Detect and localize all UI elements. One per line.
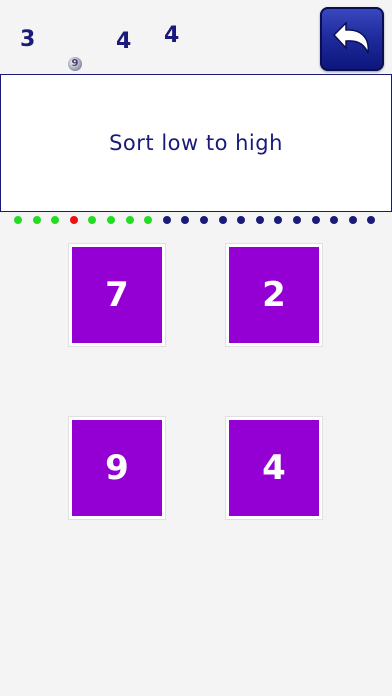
progress-dot-navy [237,216,246,224]
progress-dot-navy [255,216,264,224]
progress-dot-green [51,216,60,224]
number-tile[interactable]: 9 [69,417,165,519]
progress-dot-green [107,216,115,224]
instruction-panel: Sort low to high [0,74,392,212]
progress-dot-navy [348,216,357,224]
undo-arrow-icon [332,21,369,54]
progress-dot-navy [367,216,376,224]
ghost-number: 9 [68,57,82,71]
tile-value: 9 [105,448,129,488]
progress-dot-navy [218,216,227,224]
progress-dots [14,216,384,226]
tile-value: 7 [105,275,129,315]
placed-number: 3 [20,27,36,52]
number-tile[interactable]: 2 [226,244,322,346]
progress-dot-navy [200,216,208,224]
progress-dot-navy [162,216,171,224]
number-tile[interactable]: 7 [69,244,165,346]
instruction-text: Sort low to high [109,131,283,155]
progress-dot-green [14,216,22,224]
progress-dot-navy [274,216,283,224]
back-button[interactable] [320,7,384,71]
progress-dot-green [32,216,41,224]
tile-value: 4 [262,448,286,488]
progress-dot-green [144,216,153,224]
progress-dot-navy [330,216,339,224]
placed-number: 4 [116,29,132,54]
placed-number: 4 [164,23,180,48]
progress-dot-green [125,216,134,224]
progress-dot-navy [293,216,301,224]
progress-dot-red [69,216,78,224]
progress-dot-green [88,216,97,224]
tile-value: 2 [262,275,286,315]
number-tile[interactable]: 4 [226,417,322,519]
progress-dot-navy [181,216,190,224]
progress-dot-navy [311,216,320,224]
